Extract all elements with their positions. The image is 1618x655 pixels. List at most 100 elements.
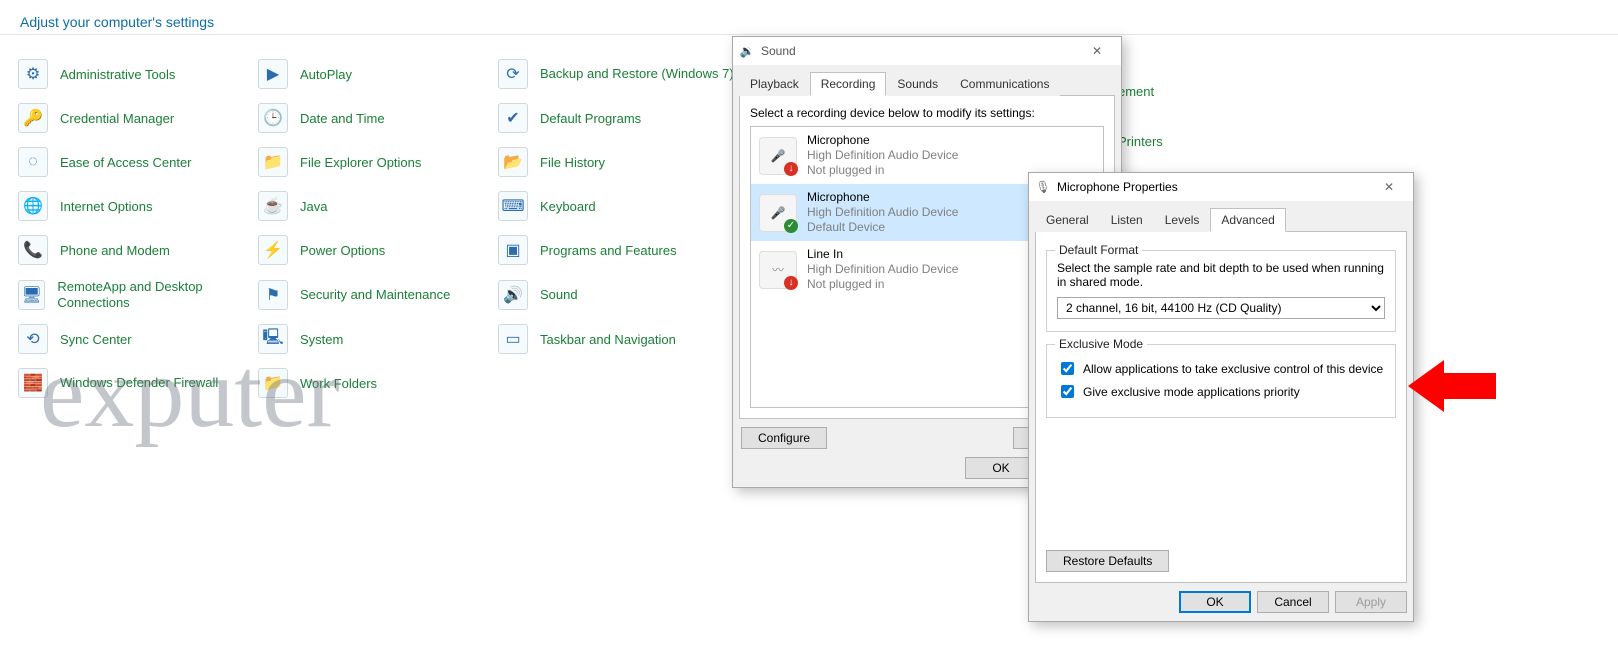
cp-item-power-options[interactable]: ⚡Power Options	[258, 235, 498, 265]
remote-icon: 🖥	[18, 280, 45, 310]
cp-item-java[interactable]: ☕Java	[258, 191, 498, 221]
tab-recording[interactable]: Recording	[810, 72, 887, 96]
configure-button[interactable]: Configure	[741, 427, 827, 449]
cp-item-windows-defender-firewall[interactable]: 🧱Windows Defender Firewall	[18, 368, 258, 398]
cp-item-date-time[interactable]: 🕒 Date and Time	[258, 103, 498, 133]
cp-item-taskbar-navigation[interactable]: ▭ Taskbar and Navigation	[498, 324, 738, 354]
cp-label: Windows Defender Firewall	[60, 375, 218, 391]
cp-label: Work Folders	[300, 376, 377, 391]
exclusive-priority-checkbox[interactable]	[1061, 385, 1074, 398]
device-text: Microphone High Definition Audio Device …	[807, 133, 958, 178]
status-badge-icon: ✓	[784, 219, 798, 233]
cp-item-system[interactable]: 🖳 System	[258, 324, 498, 354]
tab-playback[interactable]: Playback	[739, 72, 810, 96]
microphone-icon: 🎤✓	[759, 194, 797, 232]
restore-defaults-button[interactable]: Restore Defaults	[1046, 550, 1169, 572]
defaults-icon: ✔	[498, 103, 528, 133]
taskbar-icon: ▭	[498, 324, 528, 354]
apply-button[interactable]: Apply	[1335, 591, 1407, 613]
cp-item-partial-printers[interactable]: Printers	[1118, 134, 1163, 149]
exclusive-control-checkbox-row[interactable]: Allow applications to take exclusive con…	[1057, 359, 1385, 378]
close-icon[interactable]: ✕	[1079, 40, 1115, 62]
sound-titlebar[interactable]: 🔉 Sound ✕	[733, 37, 1121, 65]
status-badge-icon: ↓	[784, 162, 798, 176]
microphone-properties-dialog: 🎙 Microphone Properties ✕ General Listen…	[1028, 172, 1414, 622]
speaker-icon: 🔉	[739, 43, 755, 59]
micprops-title: Microphone Properties	[1057, 180, 1371, 194]
backup-icon: ⟳	[498, 59, 528, 89]
cp-label: Default Programs	[540, 111, 641, 126]
sync-icon: ⟲	[18, 324, 48, 354]
cp-item-backup-restore[interactable]: ⟳Backup and Restore (Windows 7)	[498, 59, 738, 89]
ease-icon: ◌	[18, 147, 48, 177]
cp-item-file-explorer-options[interactable]: 📁 File Explorer Options	[258, 147, 498, 177]
ok-button[interactable]: OK	[965, 457, 1037, 479]
cp-item-sync-center[interactable]: ⟲Sync Center	[18, 324, 258, 354]
cp-item-administrative-tools[interactable]: ⚙Administrative Tools	[18, 59, 258, 89]
cp-item-internet-options[interactable]: 🌐Internet Options	[18, 191, 258, 221]
system-icon: 🖳	[258, 324, 288, 354]
microphone-icon: 🎤↓	[759, 137, 797, 175]
sample-format-select[interactable]: 2 channel, 16 bit, 44100 Hz (CD Quality)	[1057, 297, 1385, 319]
tab-communications[interactable]: Communications	[949, 72, 1060, 96]
exclusive-mode-group: Exclusive Mode Allow applications to tak…	[1046, 344, 1396, 418]
cp-label: Date and Time	[300, 111, 385, 126]
date-icon: 🕒	[258, 103, 288, 133]
cp-item-keyboard[interactable]: ⌨Keyboard	[498, 191, 738, 221]
exclusive-control-checkbox[interactable]	[1061, 362, 1074, 375]
close-icon[interactable]: ✕	[1371, 176, 1407, 198]
tab-listen[interactable]: Listen	[1100, 208, 1154, 232]
tab-general[interactable]: General	[1035, 208, 1100, 232]
cp-label: Printers	[1118, 134, 1163, 149]
device-name: Microphone	[807, 190, 958, 205]
tab-levels[interactable]: Levels	[1154, 208, 1211, 232]
cancel-button[interactable]: Cancel	[1257, 591, 1329, 613]
cp-item-autoplay[interactable]: ▶AutoPlay	[258, 59, 498, 89]
cp-item-sound[interactable]: 🔊Sound	[498, 280, 738, 310]
cp-label: Java	[300, 199, 327, 214]
arrow-shaft	[1444, 373, 1496, 399]
default-format-legend: Default Format	[1055, 243, 1142, 257]
cp-item-file-history[interactable]: 📂File History	[498, 147, 738, 177]
device-status: Default Device	[807, 220, 958, 235]
cp-label: AutoPlay	[300, 67, 352, 82]
tab-advanced[interactable]: Advanced	[1210, 208, 1285, 232]
micprops-panel: Default Format Select the sample rate an…	[1035, 232, 1407, 583]
microphone-icon: 🎙	[1035, 179, 1051, 195]
cp-label: Taskbar and Navigation	[540, 332, 676, 347]
cp-item-partial-management[interactable]: ement	[1118, 84, 1154, 99]
cp-label: RemoteApp and Desktop Connections	[57, 279, 258, 310]
cp-item-credential-manager[interactable]: 🔑Credential Manager	[18, 103, 258, 133]
recording-instruction: Select a recording device below to modif…	[750, 106, 1104, 120]
cp-label: Keyboard	[540, 199, 596, 214]
cp-label: Phone and Modem	[60, 243, 170, 258]
device-desc: High Definition Audio Device	[807, 205, 958, 220]
ok-button[interactable]: OK	[1179, 591, 1251, 613]
exclusive-control-label: Allow applications to take exclusive con…	[1083, 362, 1383, 376]
sound-title: Sound	[761, 44, 1079, 58]
exclusive-priority-checkbox-row[interactable]: Give exclusive mode applications priorit…	[1057, 382, 1385, 401]
device-desc: High Definition Audio Device	[807, 148, 958, 163]
micprops-titlebar[interactable]: 🎙 Microphone Properties ✕	[1029, 173, 1413, 201]
default-format-group: Default Format Select the sample rate an…	[1046, 250, 1396, 332]
cp-item-programs-features[interactable]: ▣Programs and Features	[498, 235, 738, 265]
default-format-note: Select the sample rate and bit depth to …	[1057, 261, 1385, 289]
cp-item-security-maintenance[interactable]: ⚑Security and Maintenance	[258, 280, 498, 310]
cp-item-ease-of-access[interactable]: ◌ Ease of Access Center	[18, 147, 258, 177]
explorer-icon: 📁	[258, 147, 288, 177]
cp-item-work-folders[interactable]: 📁Work Folders	[258, 368, 498, 398]
line-in-icon: 〰↓	[759, 251, 797, 289]
cp-label: File Explorer Options	[300, 155, 421, 170]
cp-label: Ease of Access Center	[60, 155, 192, 170]
arrow-head-icon	[1408, 360, 1444, 412]
cp-item-remoteapp[interactable]: 🖥 RemoteApp and Desktop Connections	[18, 279, 258, 310]
history-icon: 📂	[498, 147, 528, 177]
annotation-arrow	[1408, 360, 1496, 412]
cp-label: System	[300, 332, 343, 347]
cp-item-default-programs[interactable]: ✔ Default Programs	[498, 103, 738, 133]
power-icon: ⚡	[258, 235, 288, 265]
cp-label: Internet Options	[60, 199, 153, 214]
tab-sounds[interactable]: Sounds	[886, 72, 949, 96]
cp-item-phone-modem[interactable]: 📞Phone and Modem	[18, 235, 258, 265]
credential-icon: 🔑	[18, 103, 48, 133]
